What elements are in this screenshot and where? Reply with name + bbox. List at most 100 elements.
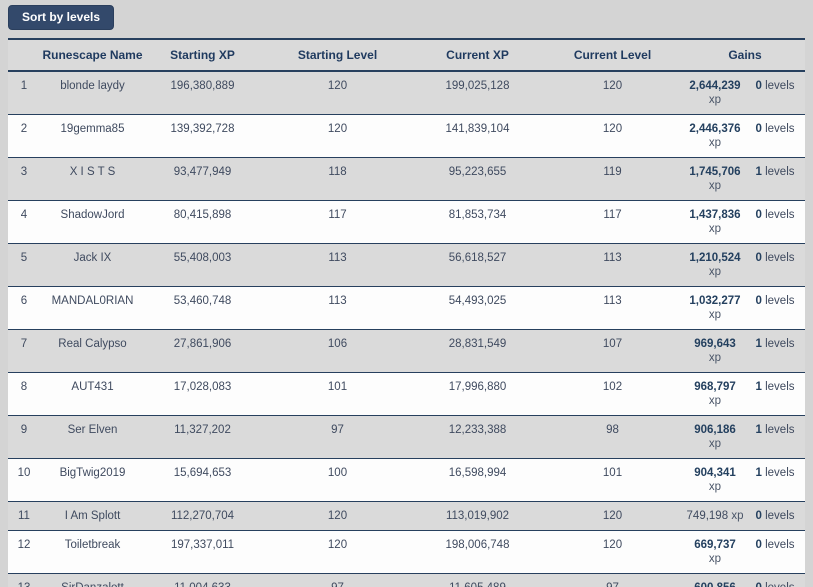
gain-levels-unit: levels xyxy=(765,510,795,522)
gain-xp-cell: 906,186 xp xyxy=(685,415,745,459)
current-level-cell: 97 xyxy=(540,573,685,587)
gain-levels-value: 1 xyxy=(755,381,762,393)
starting-xp-cell: 80,415,898 xyxy=(145,200,260,244)
current-level-cell: 119 xyxy=(540,157,685,201)
player-name: Jack IX xyxy=(40,243,145,287)
page: Sort by levels Runescape Name Starting X… xyxy=(0,0,813,587)
gain-levels-value: 0 xyxy=(755,209,762,221)
starting-level-cell: 113 xyxy=(260,243,415,287)
gain-xp-unit: xp xyxy=(708,266,722,278)
player-name: 19gemma85 xyxy=(40,114,145,158)
gains-column-header: Gains xyxy=(685,39,806,72)
current-level-cell: 101 xyxy=(540,458,685,502)
starting-xp-cell: 11,327,202 xyxy=(145,415,260,459)
gain-levels-cell: 0 levels xyxy=(745,243,806,287)
player-name: Toiletbreak xyxy=(40,530,145,574)
current-xp-cell: 95,223,655 xyxy=(415,157,540,201)
player-name: BigTwig2019 xyxy=(40,458,145,502)
gain-xp-value: 1,210,524 xyxy=(689,252,741,264)
starting-xp-cell: 17,028,083 xyxy=(145,372,260,416)
player-name: blonde laydy xyxy=(40,71,145,115)
gain-levels-value: 0 xyxy=(755,123,762,135)
current-level-cell: 107 xyxy=(540,329,685,373)
player-name: I Am Splott xyxy=(40,501,145,531)
starting-xp-cell: 53,460,748 xyxy=(145,286,260,330)
rank-cell: 11 xyxy=(8,501,40,531)
name-column-header: Runescape Name xyxy=(40,39,145,72)
gain-xp-unit: xp xyxy=(708,438,722,450)
gain-levels-unit: levels xyxy=(765,295,795,307)
rank-cell: 8 xyxy=(8,372,40,416)
gain-xp-unit: xp xyxy=(708,481,722,493)
rank-cell: 13 xyxy=(8,573,40,587)
starting-level-cell: 97 xyxy=(260,415,415,459)
gain-levels-value: 0 xyxy=(755,539,762,551)
table-row: 3 X I S T S 93,477,949 118 95,223,655 11… xyxy=(8,157,806,201)
current-xp-column-header: Current XP xyxy=(415,39,540,72)
gain-levels-cell: 1 levels xyxy=(745,372,806,416)
gain-xp-unit: xp xyxy=(708,94,722,106)
table-row: 1 blonde laydy 196,380,889 120 199,025,1… xyxy=(8,71,806,115)
current-level-cell: 113 xyxy=(540,286,685,330)
table-row: 9 Ser Elven 11,327,202 97 12,233,388 98 … xyxy=(8,415,806,459)
current-xp-cell: 113,019,902 xyxy=(415,501,540,531)
gain-xp-cell: 2,446,376 xp xyxy=(685,114,745,158)
player-name: SirDanzalott xyxy=(40,573,145,587)
current-xp-cell: 56,618,527 xyxy=(415,243,540,287)
gain-levels-unit: levels xyxy=(765,252,795,264)
gain-xp-value: 1,032,277 xyxy=(689,295,741,307)
player-name: MANDAL0RIAN xyxy=(40,286,145,330)
rank-cell: 1 xyxy=(8,71,40,115)
player-name: Ser Elven xyxy=(40,415,145,459)
gain-xp-cell: 904,341 xp xyxy=(685,458,745,502)
gain-levels-value: 0 xyxy=(756,582,762,587)
starting-xp-cell: 93,477,949 xyxy=(145,157,260,201)
current-xp-cell: 12,233,388 xyxy=(415,415,540,459)
gain-xp-value: 1,437,836 xyxy=(689,209,741,221)
gain-levels-unit: levels xyxy=(765,582,794,587)
gain-xp-unit: xp xyxy=(731,510,744,522)
starting-level-cell: 117 xyxy=(260,200,415,244)
gain-xp-unit: xp xyxy=(708,180,722,192)
gain-levels-cell: 0 levels xyxy=(745,71,806,115)
gain-xp-value: 2,446,376 xyxy=(689,123,741,135)
gain-levels-unit: levels xyxy=(765,209,795,221)
gain-xp-cell: 2,644,239 xp xyxy=(685,71,745,115)
starting-level-cell: 120 xyxy=(260,501,415,531)
gain-xp-unit: xp xyxy=(708,553,722,565)
current-level-cell: 113 xyxy=(540,243,685,287)
gain-levels-cell: 1 levels xyxy=(745,329,806,373)
gain-levels-value: 0 xyxy=(755,510,762,522)
gain-levels-unit: levels xyxy=(765,338,795,350)
current-xp-cell: 198,006,748 xyxy=(415,530,540,574)
gain-levels-unit: levels xyxy=(765,123,795,135)
gain-xp-value: 669,737 xyxy=(694,539,736,551)
table-row: 7 Real Calypso 27,861,906 106 28,831,549… xyxy=(8,329,806,373)
current-level-cell: 120 xyxy=(540,71,685,115)
gain-levels-unit: levels xyxy=(765,381,795,393)
sort-by-levels-button[interactable]: Sort by levels xyxy=(8,5,115,30)
gain-xp-cell: 1,745,706 xp xyxy=(685,157,745,201)
table-row: 13 SirDanzalott 11,004,633 97 11,605,489… xyxy=(8,573,806,587)
starting-level-column-header: Starting Level xyxy=(260,39,415,72)
starting-level-cell: 97 xyxy=(260,573,415,587)
gain-xp-value: 1,745,706 xyxy=(689,166,741,178)
table-row: 11 I Am Splott 112,270,704 120 113,019,9… xyxy=(8,501,806,531)
gain-levels-cell: 0 levels xyxy=(745,573,806,587)
gain-xp-unit: xp xyxy=(708,223,722,235)
rank-cell: 3 xyxy=(8,157,40,201)
current-xp-cell: 54,493,025 xyxy=(415,286,540,330)
gain-xp-value: 749,198 xyxy=(686,510,729,522)
table-row: 8 AUT431 17,028,083 101 17,996,880 102 9… xyxy=(8,372,806,416)
gain-xp-cell: 1,032,277 xp xyxy=(685,286,745,330)
gain-xp-unit: xp xyxy=(708,137,722,149)
gain-xp-cell: 1,210,524 xp xyxy=(685,243,745,287)
gain-xp-cell: 1,437,836 xp xyxy=(685,200,745,244)
starting-xp-cell: 139,392,728 xyxy=(145,114,260,158)
gain-xp-unit: xp xyxy=(708,352,722,364)
starting-level-cell: 106 xyxy=(260,329,415,373)
current-level-cell: 98 xyxy=(540,415,685,459)
rank-cell: 10 xyxy=(8,458,40,502)
current-level-cell: 120 xyxy=(540,501,685,531)
gain-levels-cell: 1 levels xyxy=(745,157,806,201)
